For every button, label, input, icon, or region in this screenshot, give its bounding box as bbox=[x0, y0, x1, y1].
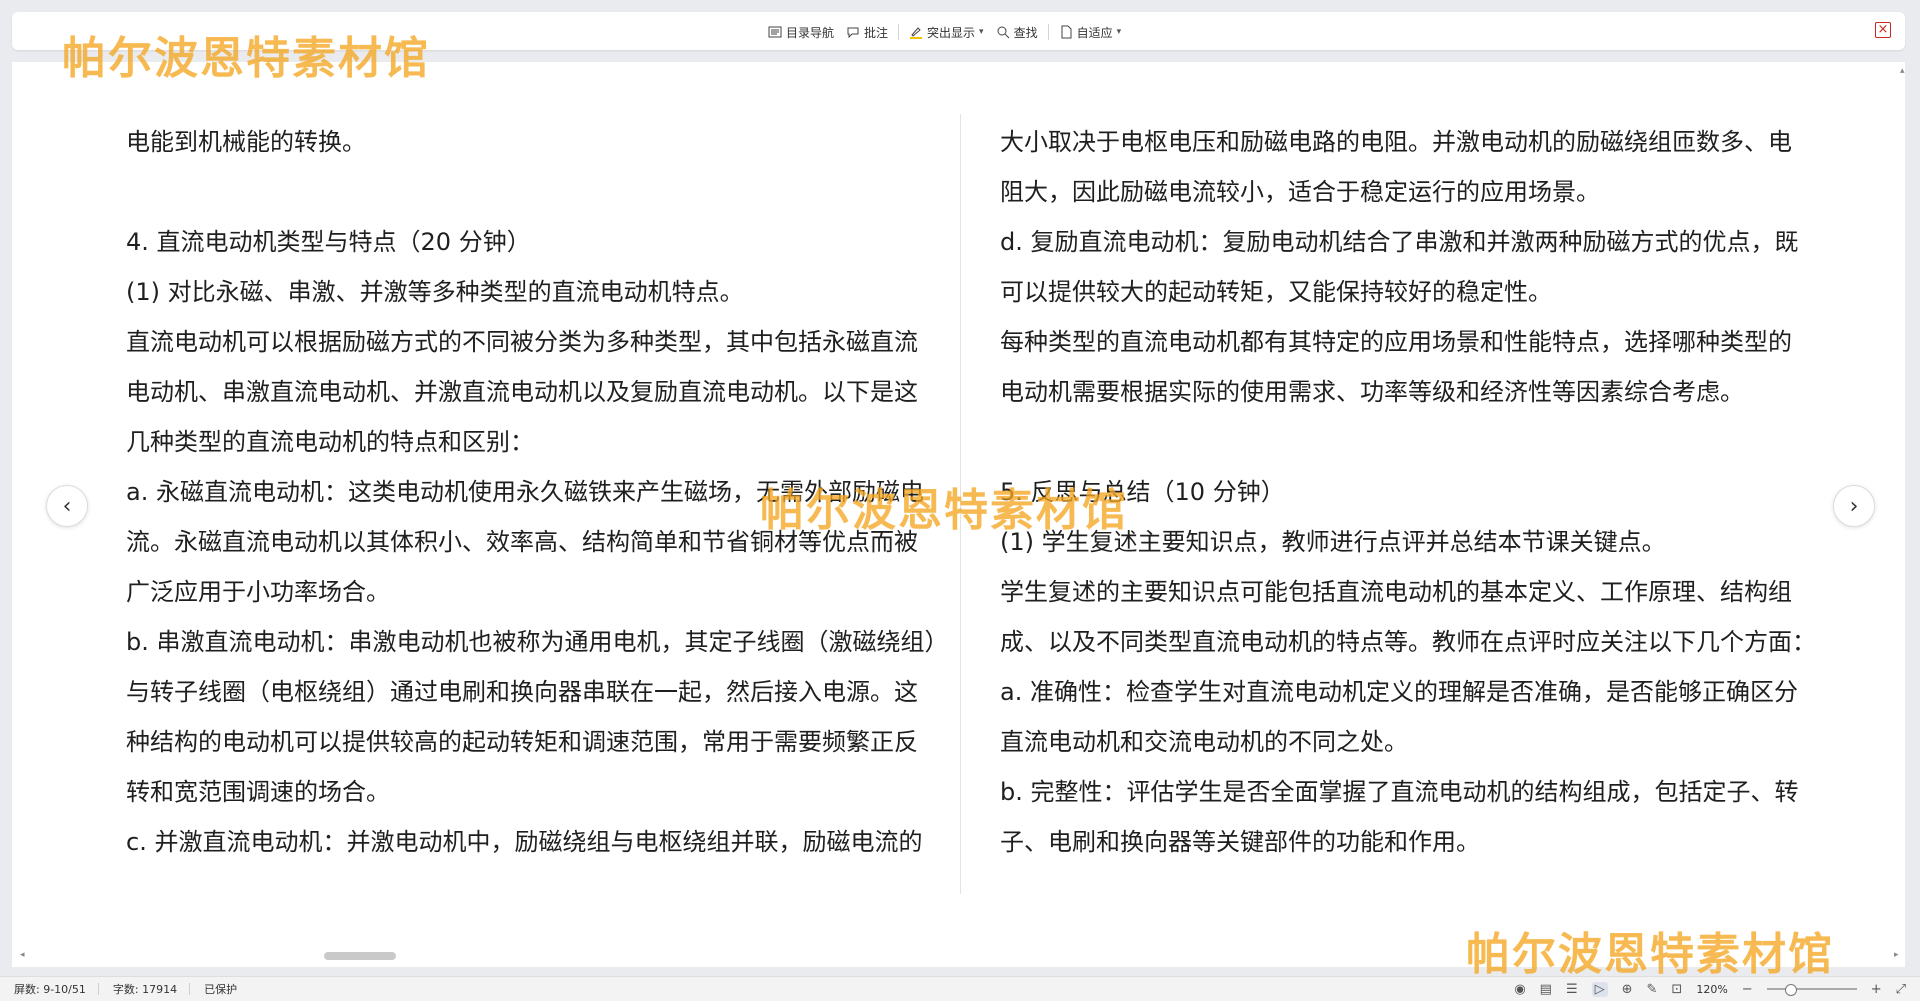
doc-line: 大小取决于电枢电压和励磁电路的电阻。并激电动机的励磁绕组匝数多、电 bbox=[1000, 128, 1792, 156]
close-button[interactable]: × bbox=[1875, 22, 1891, 38]
scroll-right-icon[interactable]: ▸ bbox=[1894, 950, 1899, 960]
screen-count: 屏数: 9-10/51 bbox=[14, 983, 86, 996]
doc-line: 可以提供较大的起动转矩，又能保持较好的稳定性。 bbox=[1000, 278, 1552, 306]
status-controls: ◉ ▤ ☰ ▷ ⊕ ✎ ⊡ 120% − + ⤢ bbox=[1514, 977, 1906, 1001]
page-view-icon[interactable]: ▤ bbox=[1540, 982, 1552, 997]
chevron-down-icon: ▾ bbox=[1116, 27, 1122, 37]
chevron-right-icon: › bbox=[1849, 493, 1859, 519]
doc-line: 与转子线圈（电枢绕组）通过电刷和换向器串联在一起，然后接入电源。这 bbox=[126, 678, 918, 706]
toc-icon bbox=[768, 26, 782, 38]
prev-page-button[interactable]: ‹ bbox=[46, 485, 88, 527]
zoom-out-button[interactable]: − bbox=[1742, 982, 1753, 997]
scroll-up-icon[interactable]: ▴ bbox=[1900, 66, 1905, 76]
chevron-left-icon: ‹ bbox=[62, 493, 72, 519]
zoom-in-button[interactable]: + bbox=[1871, 982, 1882, 997]
status-divider bbox=[189, 983, 191, 995]
protected-status: 已保护 bbox=[204, 983, 238, 996]
fullscreen-icon[interactable]: ⤢ bbox=[1896, 982, 1906, 997]
doc-line: 电动机、串激直流电动机、并激直流电动机以及复励直流电动机。以下是这 bbox=[126, 378, 918, 406]
doc-line: c. 并激直流电动机：并激电动机中，励磁绕组与电枢绕组并联，励磁电流的 bbox=[126, 828, 923, 856]
fit-icon bbox=[1061, 25, 1072, 39]
close-icon: × bbox=[1877, 22, 1889, 37]
doc-line: 广泛应用于小功率场合。 bbox=[126, 578, 390, 606]
scroll-left-icon[interactable]: ◂ bbox=[20, 950, 25, 960]
doc-line: 子、电刷和换向器等关键部件的功能和作用。 bbox=[1000, 828, 1480, 856]
doc-line: 直流电动机和交流电动机的不同之处。 bbox=[1000, 728, 1408, 756]
comment-label: 批注 bbox=[864, 25, 889, 40]
toc-nav-button[interactable]: 目录导航 bbox=[762, 24, 840, 41]
list-view-icon[interactable]: ☰ bbox=[1566, 982, 1578, 997]
watermark-center: 帕尔波恩特素材馆 bbox=[760, 485, 1128, 536]
doc-line: (1) 对比永磁、串激、并激等多种类型的直流电动机特点。 bbox=[126, 278, 744, 306]
eye-icon[interactable]: ◉ bbox=[1514, 982, 1525, 997]
doc-line: b. 串激直流电动机：串激电动机也被称为通用电机，其定子线圈（激磁绕组） bbox=[126, 628, 949, 656]
doc-line: 每种类型的直流电动机都有其特定的应用场景和性能特点，选择哪种类型的 bbox=[1000, 328, 1792, 356]
doc-line bbox=[126, 167, 926, 217]
watermark-top-left: 帕尔波恩特素材馆 bbox=[62, 33, 430, 84]
next-page-button[interactable]: › bbox=[1833, 485, 1875, 527]
doc-line: 成、以及不同类型直流电动机的特点等。教师在点评时应关注以下几个方面： bbox=[1000, 628, 1816, 656]
comment-button[interactable]: 批注 bbox=[840, 24, 894, 41]
highlight-icon bbox=[910, 27, 923, 39]
doc-line: a. 准确性：检查学生对直流电动机定义的理解是否准确，是否能够正确区分 bbox=[1000, 678, 1798, 706]
doc-line: 直流电动机可以根据励磁方式的不同被分类为多种类型，其中包括永磁直流 bbox=[126, 328, 918, 356]
comment-icon bbox=[847, 27, 859, 39]
fit-button[interactable]: 自适应 ▾ bbox=[1053, 24, 1128, 41]
zoom-level[interactable]: 120% bbox=[1696, 983, 1727, 996]
doc-line bbox=[1000, 417, 1800, 467]
word-count: 字数: 17914 bbox=[112, 983, 178, 996]
doc-line: b. 完整性：评估学生是否全面掌握了直流电动机的结构组成，包括定子、转 bbox=[1000, 778, 1799, 806]
doc-line: 种结构的电动机可以提供较高的起动转矩和调速范围，常用于需要频繁正反 bbox=[126, 728, 918, 756]
fit-label: 自适应 bbox=[1076, 25, 1113, 40]
doc-line: 阻大，因此励磁电流较小，适合于稳定运行的应用场景。 bbox=[1000, 178, 1600, 206]
zoom-slider[interactable] bbox=[1766, 984, 1857, 996]
doc-line: 几种类型的直流电动机的特点和区别： bbox=[126, 428, 534, 456]
doc-line: 转和宽范围调速的场合。 bbox=[126, 778, 390, 806]
toc-nav-label: 目录导航 bbox=[786, 25, 835, 40]
status-divider bbox=[97, 983, 99, 995]
doc-line: 电能到机械能的转换。 bbox=[126, 128, 366, 156]
highlight-button[interactable]: 突出显示 ▾ bbox=[903, 24, 990, 41]
toolbar-divider bbox=[1047, 24, 1049, 40]
watermark-bottom-right: 帕尔波恩特素材馆 bbox=[1466, 929, 1834, 980]
search-icon bbox=[997, 26, 1009, 39]
status-bar: 屏数: 9-10/51 字数: 17914 已保护 ◉ ▤ ☰ ▷ ⊕ ✎ ⊡ … bbox=[0, 976, 1920, 1001]
highlight-label: 突出显示 bbox=[927, 25, 976, 40]
toolbar-actions: 目录导航 批注 突出显示 ▾ 查找 自适应 ▾ bbox=[762, 22, 1127, 42]
doc-line: d. 复励直流电动机：复励电动机结合了串激和并激两种励磁方式的优点，既 bbox=[1000, 228, 1799, 256]
doc-line: 电动机需要根据实际的使用需求、功率等级和经济性等因素综合考虑。 bbox=[1000, 378, 1744, 406]
pen-icon[interactable]: ✎ bbox=[1647, 982, 1658, 997]
zoom-slider-knob[interactable] bbox=[1784, 984, 1797, 996]
find-button[interactable]: 查找 bbox=[990, 24, 1044, 41]
doc-line: 学生复述的主要知识点可能包括直流电动机的基本定义、工作原理、结构组 bbox=[1000, 578, 1792, 606]
doc-line: 4. 直流电动机类型与特点（20 分钟） bbox=[126, 228, 531, 256]
horizontal-scrollbar-thumb[interactable] bbox=[324, 952, 396, 960]
find-label: 查找 bbox=[1013, 25, 1038, 40]
fit-page-icon[interactable]: ⊡ bbox=[1671, 982, 1682, 997]
play-icon[interactable]: ▷ bbox=[1591, 981, 1608, 997]
chevron-down-icon: ▾ bbox=[979, 27, 984, 37]
globe-icon[interactable]: ⊕ bbox=[1622, 982, 1633, 997]
toolbar-divider bbox=[898, 24, 900, 40]
